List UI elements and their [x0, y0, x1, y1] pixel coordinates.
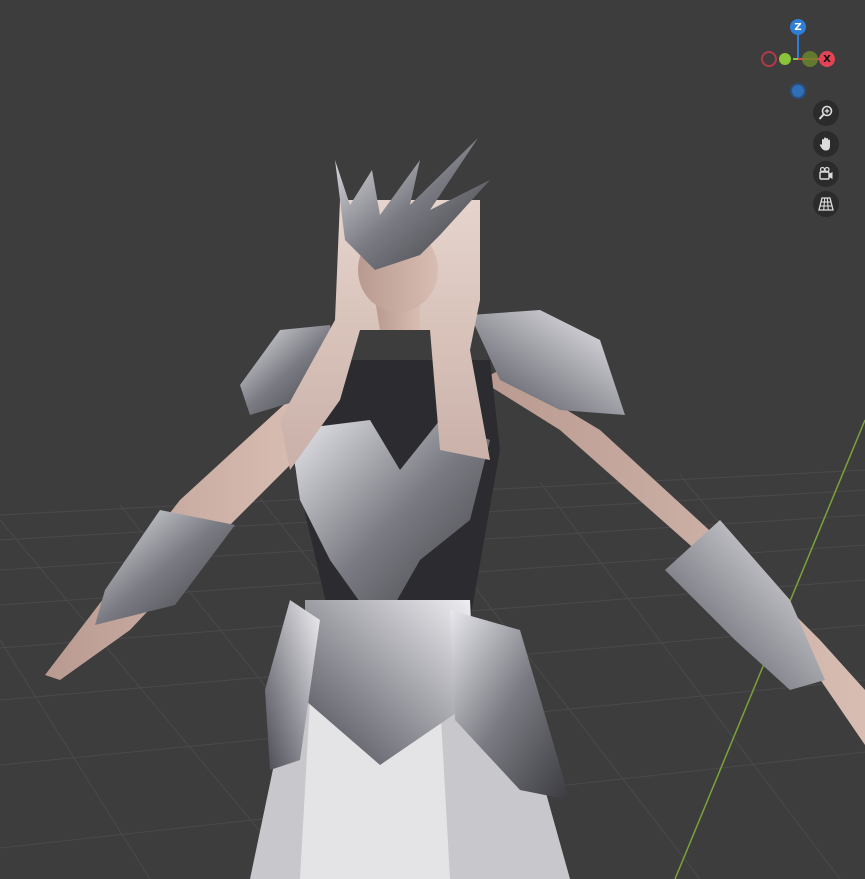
- pan-button[interactable]: [813, 131, 839, 157]
- zoom-button[interactable]: [813, 100, 839, 126]
- armored-character-model[interactable]: [0, 0, 865, 879]
- gizmo-neg-y-axis[interactable]: [802, 51, 818, 67]
- left-bracer: [95, 510, 235, 625]
- right-bracer: [665, 520, 825, 690]
- hand-icon: [819, 137, 830, 151]
- zoom-icon: [818, 105, 833, 120]
- gizmo-neg-x-axis[interactable]: [761, 51, 777, 67]
- perspective-toggle-button[interactable]: [813, 191, 839, 217]
- 3d-viewport[interactable]: Z X: [0, 0, 865, 879]
- navigation-gizmo[interactable]: Z X: [755, 15, 845, 105]
- camera-icon: [819, 166, 833, 180]
- gizmo-z-axis[interactable]: Z: [790, 19, 806, 35]
- gizmo-y-axis[interactable]: [777, 51, 793, 67]
- grid-icon: [818, 197, 834, 211]
- right-arm: [480, 370, 865, 745]
- camera-view-button[interactable]: [813, 161, 839, 187]
- gizmo-neg-z-axis[interactable]: [790, 83, 806, 99]
- gizmo-x-axis[interactable]: X: [819, 51, 835, 67]
